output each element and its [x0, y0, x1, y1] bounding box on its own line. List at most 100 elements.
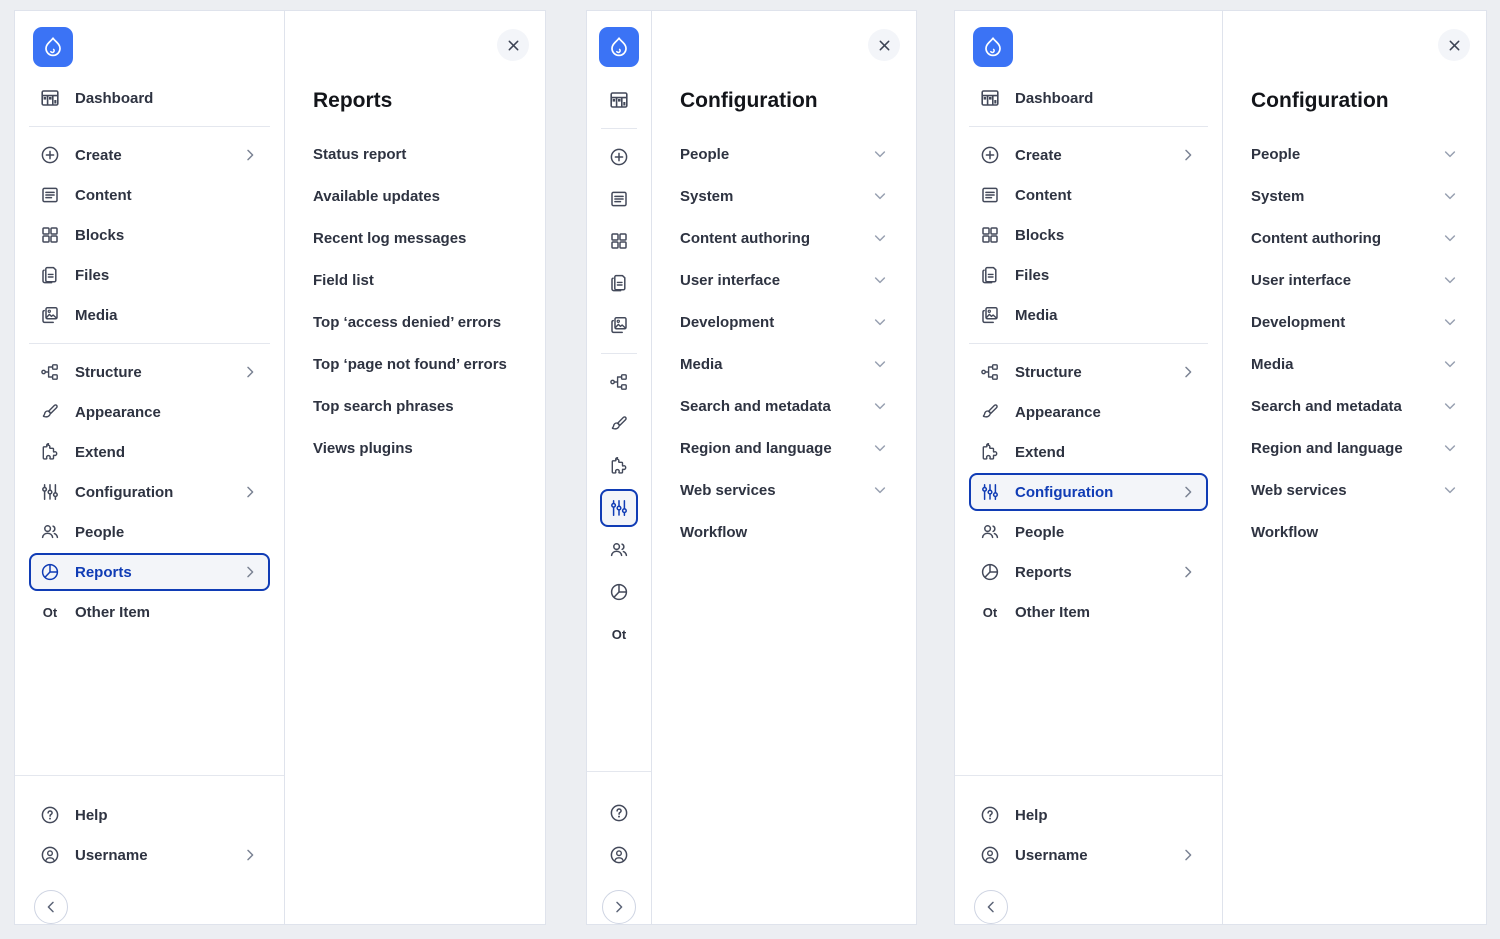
sidebar-item-create[interactable]: Create	[969, 136, 1208, 174]
sidebar-item-help[interactable]: Help	[969, 796, 1208, 834]
rail-item-structure[interactable]	[600, 363, 638, 401]
flyout-item[interactable]: Views plugins	[285, 427, 545, 469]
files-icon	[39, 264, 61, 286]
flyout-item[interactable]: Web services	[1223, 469, 1486, 511]
chevron-down-icon	[872, 482, 888, 498]
rail-item-help[interactable]	[600, 794, 638, 832]
sidebar-item-label: Help	[1015, 806, 1048, 824]
flyout-item[interactable]: Available updates	[285, 175, 545, 217]
flyout-item[interactable]: Workflow	[1223, 511, 1486, 553]
rail-item-files[interactable]	[600, 264, 638, 302]
user-circle-icon	[39, 844, 61, 866]
sidebar-item-reports[interactable]: Reports	[29, 553, 270, 591]
flyout-item[interactable]: Status report	[285, 133, 545, 175]
drupal-logo-icon	[973, 27, 1013, 67]
sidebar-scroll-area: Dashboard Create Content Blocks Files Media St…	[955, 11, 1222, 633]
sidebar-item-configuration[interactable]: Configuration	[969, 473, 1208, 511]
collapse-sidebar-button[interactable]	[974, 890, 1008, 924]
flyout-item[interactable]: Search and metadata	[652, 385, 916, 427]
flyout-item[interactable]: People	[1223, 133, 1486, 175]
sidebar-item-files[interactable]: Files	[969, 256, 1208, 294]
sidebar-item-other[interactable]: Ot Other Item	[29, 593, 270, 631]
flyout-item[interactable]: Content authoring	[1223, 217, 1486, 259]
flyout-item[interactable]: Field list	[285, 259, 545, 301]
flyout-item[interactable]: Web services	[652, 469, 916, 511]
sidebar-item-files[interactable]: Files	[29, 256, 270, 294]
flyout-item[interactable]: Top search phrases	[285, 385, 545, 427]
sidebar-item-content[interactable]: Content	[29, 176, 270, 214]
sidebar-item-reports[interactable]: Reports	[969, 553, 1208, 591]
flyout-item-label: Search and metadata	[680, 397, 831, 415]
sidebar-item-other[interactable]: Ot Other Item	[969, 593, 1208, 631]
flyout-item[interactable]: Recent log messages	[285, 217, 545, 259]
sidebar-item-configuration[interactable]: Configuration	[29, 473, 270, 511]
sidebar-item-extend[interactable]: Extend	[29, 433, 270, 471]
sidebar-item-username[interactable]: Username	[969, 836, 1208, 874]
drupal-logo-icon	[599, 27, 639, 67]
flyout-item[interactable]: Top ‘page not found’ errors	[285, 343, 545, 385]
flyout-item[interactable]: Media	[652, 343, 916, 385]
chevron-right-icon	[242, 364, 258, 380]
flyout-item-label: Workflow	[1251, 523, 1319, 541]
drupal-logo-button[interactable]	[955, 11, 1222, 77]
drupal-logo-button[interactable]	[15, 11, 284, 77]
puzzle-icon	[979, 441, 1001, 463]
sidebar-item-content[interactable]: Content	[969, 176, 1208, 214]
chevron-down-icon	[872, 146, 888, 162]
flyout-item[interactable]: Region and language	[652, 427, 916, 469]
rail-item-people[interactable]	[600, 531, 638, 569]
sidebar-item-structure[interactable]: Structure	[969, 353, 1208, 391]
flyout-item[interactable]: Search and metadata	[1223, 385, 1486, 427]
chevron-down-icon	[872, 272, 888, 288]
close-icon[interactable]	[1438, 29, 1470, 61]
rail-item-configuration[interactable]	[600, 489, 638, 527]
sidebar-item-people[interactable]: People	[29, 513, 270, 551]
other-item-abbrev: Ot	[982, 604, 998, 620]
sidebar-item-help[interactable]: Help	[29, 796, 270, 834]
flyout-item[interactable]: Media	[1223, 343, 1486, 385]
collapse-sidebar-button[interactable]	[34, 890, 68, 924]
rail-item-blocks[interactable]	[600, 222, 638, 260]
sidebar-item-blocks[interactable]: Blocks	[969, 216, 1208, 254]
sidebar-item-appearance[interactable]: Appearance	[29, 393, 270, 431]
flyout-item[interactable]: Top ‘access denied’ errors	[285, 301, 545, 343]
flyout-item[interactable]: System	[1223, 175, 1486, 217]
rail-item-dashboard[interactable]	[600, 81, 638, 119]
sidebar-item-label: Appearance	[1015, 403, 1101, 421]
sidebar-item-structure[interactable]: Structure	[29, 353, 270, 391]
flyout-item[interactable]: User interface	[1223, 259, 1486, 301]
sidebar-item-media[interactable]: Media	[969, 296, 1208, 334]
rail-item-create[interactable]	[600, 138, 638, 176]
close-icon[interactable]	[868, 29, 900, 61]
sidebar-item-blocks[interactable]: Blocks	[29, 216, 270, 254]
rail-item-other[interactable]: Ot	[600, 615, 638, 653]
flyout-item[interactable]: Workflow	[652, 511, 916, 553]
flyout-item[interactable]: Region and language	[1223, 427, 1486, 469]
close-icon[interactable]	[497, 29, 529, 61]
pie-chart-icon	[979, 561, 1001, 583]
rail-item-username[interactable]	[600, 836, 638, 874]
drupal-logo-button[interactable]	[587, 11, 651, 77]
sidebar-item-media[interactable]: Media	[29, 296, 270, 334]
rail-item-media[interactable]	[600, 306, 638, 344]
sidebar-item-dashboard[interactable]: Dashboard	[969, 79, 1208, 117]
sidebar-item-dashboard[interactable]: Dashboard	[29, 79, 270, 117]
sidebar-item-extend[interactable]: Extend	[969, 433, 1208, 471]
rail-item-appearance[interactable]	[600, 405, 638, 443]
rail-item-content[interactable]	[600, 180, 638, 218]
sidebar-item-people[interactable]: People	[969, 513, 1208, 551]
flyout-item[interactable]: Development	[1223, 301, 1486, 343]
sidebar-item-appearance[interactable]: Appearance	[969, 393, 1208, 431]
flyout-item[interactable]: Content authoring	[652, 217, 916, 259]
sidebar-item-username[interactable]: Username	[29, 836, 270, 874]
sidebar-item-label: People	[75, 523, 125, 541]
sidebar-item-create[interactable]: Create	[29, 136, 270, 174]
flyout-item[interactable]: Development	[652, 301, 916, 343]
rail-item-extend[interactable]	[600, 447, 638, 485]
sidebar-item-label: Media	[75, 306, 118, 324]
flyout-item[interactable]: People	[652, 133, 916, 175]
rail-item-reports[interactable]	[600, 573, 638, 611]
flyout-item[interactable]: User interface	[652, 259, 916, 301]
expand-sidebar-button[interactable]	[602, 890, 636, 924]
flyout-item[interactable]: System	[652, 175, 916, 217]
